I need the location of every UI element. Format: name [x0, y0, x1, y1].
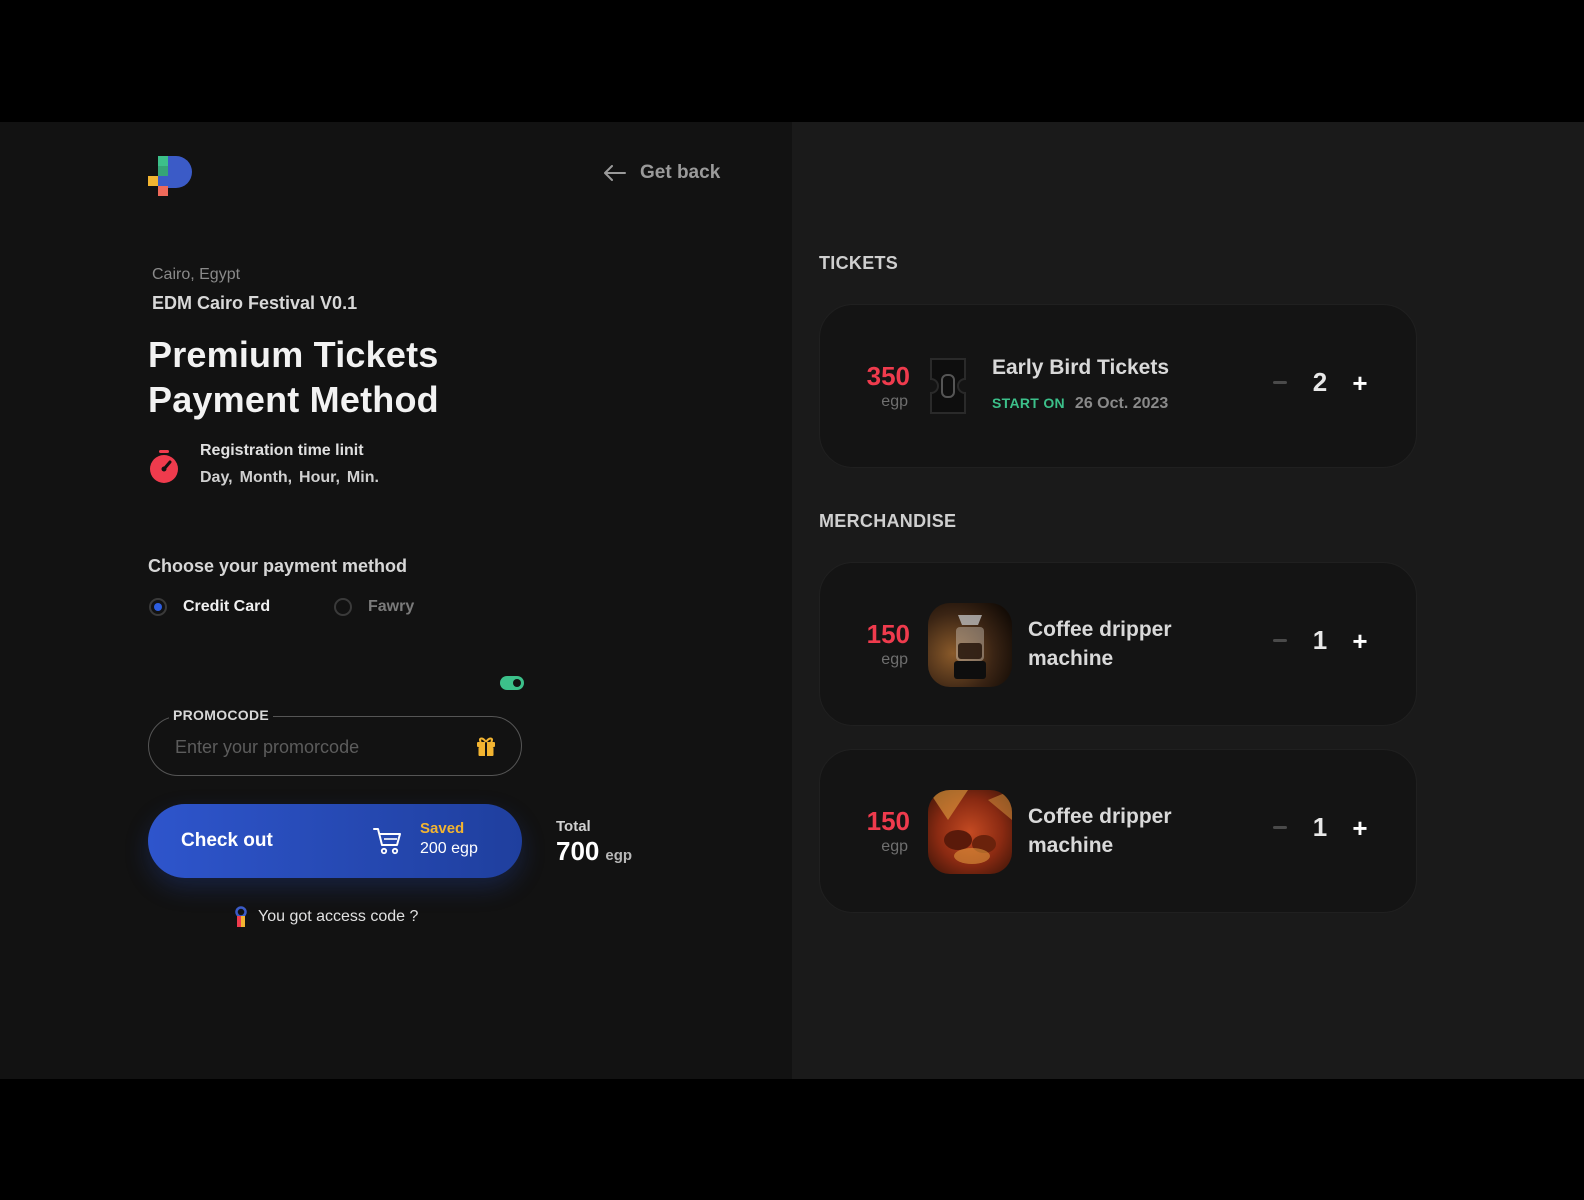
merch-2-price: 150	[866, 806, 910, 836]
cart-icon	[373, 828, 401, 855]
stopwatch-icon	[150, 450, 178, 483]
increment-button[interactable]: +	[1350, 626, 1370, 656]
radio-credit-card-label: Credit Card	[183, 598, 271, 615]
total-currency: egp	[605, 847, 633, 864]
promocode-label: PROMOCODE	[169, 707, 274, 723]
gift-icon[interactable]	[475, 735, 497, 757]
promocode-field[interactable]: PROMOCODE	[148, 707, 522, 776]
promocode-toggle[interactable]	[500, 676, 524, 690]
merch-2-name: Coffee dripper machine	[1028, 802, 1172, 860]
total-value: 700 egp	[556, 836, 632, 867]
ticket-quantity: 2	[1312, 367, 1328, 397]
merch-card-2: 150 egp Coffee dripper machine 1 +	[819, 749, 1417, 913]
ticket-card: 350 egp Early Bird Tickets START ON 26 O…	[819, 304, 1417, 468]
checkout-screen: Get back Cairo, Egypt EDM Cairo Festival…	[0, 122, 1584, 1079]
merch-1-quantity-stepper: 1 +	[1270, 625, 1370, 656]
timer-units: Day, Month, Hour, Min.	[200, 469, 379, 487]
merch-2-quantity: 1	[1312, 812, 1328, 842]
merch-2-currency: egp	[881, 838, 908, 855]
merch-1-name: Coffee dripper machine	[1028, 615, 1172, 673]
total-label: Total	[556, 818, 591, 835]
page-title-line1: Premium Tickets	[148, 334, 439, 375]
coffee-beans-photo	[928, 790, 1012, 874]
coffee-dripper-photo	[928, 603, 1012, 687]
page-title-line2: Payment Method	[148, 379, 439, 420]
merch-1-price: 150	[866, 619, 910, 649]
key-icon	[235, 906, 247, 927]
merch-1-quantity: 1	[1312, 625, 1328, 655]
timer-unit-day: Day,	[200, 469, 233, 486]
radio-credit-card[interactable]: Credit Card	[149, 598, 270, 616]
merch-2-quantity-stepper: 1 +	[1270, 812, 1370, 843]
timer-unit-month: Month,	[239, 469, 293, 486]
radio-fawry[interactable]: Fawry	[334, 598, 414, 616]
merch-2-name-line1: Coffee dripper	[1028, 805, 1172, 828]
decrement-button[interactable]	[1270, 813, 1290, 843]
ticket-price: 350	[866, 361, 910, 391]
increment-button[interactable]: +	[1350, 368, 1370, 398]
checkout-label: Check out	[181, 830, 273, 851]
tickets-section-title: TICKETS	[819, 253, 899, 273]
total-amount: 700	[556, 836, 600, 866]
page-title: Premium Tickets Payment Method	[148, 332, 439, 422]
payment-method-title: Choose your payment method	[148, 556, 408, 576]
ticket-start: START ON 26 Oct. 2023	[992, 395, 1168, 413]
app-logo	[148, 156, 192, 196]
decrement-button[interactable]	[1270, 368, 1290, 398]
ticket-start-label: START ON	[992, 395, 1065, 411]
merch-card-1: 150 egp Coffee dripper machine 1 +	[819, 562, 1417, 726]
radio-fawry-label: Fawry	[368, 598, 415, 615]
ticket-currency: egp	[881, 393, 908, 410]
merch-2-name-line2: machine	[1028, 834, 1114, 857]
ticket-start-date: 26 Oct. 2023	[1074, 395, 1169, 412]
saved-label: Saved	[420, 820, 465, 837]
decrement-button[interactable]	[1270, 626, 1290, 656]
timer-unit-min: Min.	[346, 469, 379, 486]
access-code-link[interactable]: You got access code ?	[234, 906, 418, 928]
event-name: EDM Cairo Festival V0.1	[152, 293, 358, 313]
ticket-name: Early Bird Tickets	[992, 356, 1170, 379]
ticket-icon	[930, 358, 966, 414]
checkout-button[interactable]: Check out Saved 200 egp	[148, 804, 522, 878]
merchandise-section-title: MERCHANDISE	[819, 511, 957, 531]
payment-panel: Get back Cairo, Egypt EDM Cairo Festival…	[0, 122, 792, 1079]
access-code-label: You got access code ?	[258, 908, 419, 925]
increment-button[interactable]: +	[1350, 813, 1370, 843]
arrow-left-icon	[604, 165, 626, 181]
merch-1-name-line1: Coffee dripper	[1028, 618, 1172, 641]
event-location: Cairo, Egypt	[152, 266, 241, 283]
radio-dot-selected[interactable]	[149, 598, 167, 616]
get-back-label: Get back	[640, 162, 721, 183]
ticket-quantity-stepper: 2 +	[1270, 367, 1370, 398]
saved-amount: 200 egp	[420, 840, 478, 857]
promocode-input[interactable]	[173, 731, 457, 763]
merch-1-currency: egp	[881, 651, 908, 668]
timer-title: Registration time linit	[200, 442, 364, 459]
timer-unit-hour: Hour,	[299, 469, 340, 486]
merch-1-name-line2: machine	[1028, 647, 1114, 670]
get-back-button[interactable]: Get back	[604, 162, 720, 184]
radio-dot[interactable]	[334, 598, 352, 616]
